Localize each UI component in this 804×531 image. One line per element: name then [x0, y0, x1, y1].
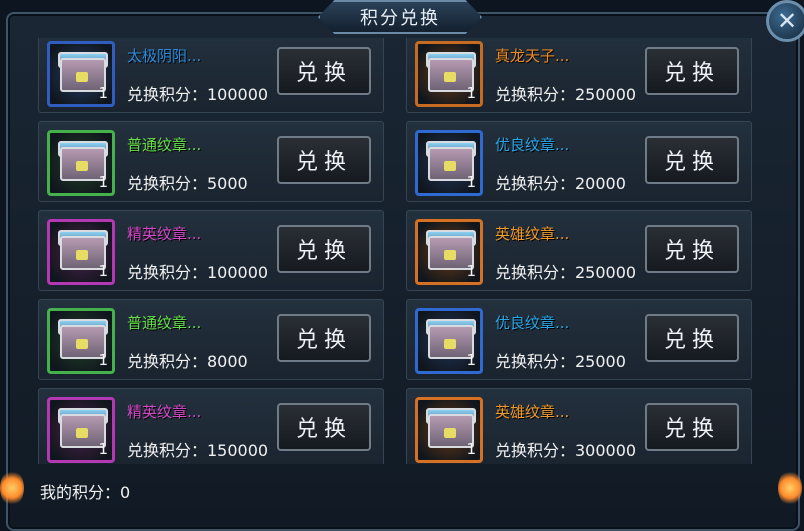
- item-cost: 兑换积分：25000: [495, 352, 626, 371]
- item-cost: 兑换积分：8000: [127, 352, 248, 371]
- exchange-button[interactable]: 兑换: [645, 136, 739, 184]
- item-name: 太极阴阳...: [127, 47, 202, 65]
- gem-icon: [76, 428, 88, 438]
- item-name: 优良纹章...: [495, 136, 570, 154]
- item-icon: 1: [47, 130, 115, 196]
- item-name: 英雄纹章...: [495, 403, 570, 421]
- exchange-button[interactable]: 兑换: [277, 403, 371, 451]
- item-cost: 兑换积分：5000: [127, 174, 248, 193]
- item-quantity: 1: [98, 351, 108, 369]
- gem-icon: [76, 250, 88, 260]
- item-quantity: 1: [466, 84, 476, 102]
- exchange-item-card: 1 真龙天子... 兑换积分：250000 兑换: [406, 38, 752, 113]
- gem-icon: [444, 250, 456, 260]
- item-quantity: 1: [98, 440, 108, 458]
- item-cost: 兑换积分：150000: [127, 441, 269, 460]
- exchange-item-card: 1 太极阴阳... 兑换积分：100000 兑换: [38, 38, 384, 113]
- item-icon: 1: [415, 41, 483, 107]
- item-quantity: 1: [98, 173, 108, 191]
- torch-icon: [0, 470, 24, 506]
- item-icon: 1: [415, 308, 483, 374]
- item-quantity: 1: [98, 84, 108, 102]
- exchange-item-card: 1 英雄纹章... 兑换积分：250000 兑换: [406, 210, 752, 291]
- exchange-item-card: 1 优良纹章... 兑换积分：25000 兑换: [406, 299, 752, 380]
- exchange-item-card: 1 精英纹章... 兑换积分：100000 兑换: [38, 210, 384, 291]
- item-name: 真龙天子...: [495, 47, 570, 65]
- torch-icon: [778, 470, 802, 506]
- dialog-title-text: 积分兑换: [360, 8, 440, 29]
- exchange-button[interactable]: 兑换: [277, 225, 371, 273]
- item-name: 英雄纹章...: [495, 225, 570, 243]
- close-icon: ✕: [776, 7, 798, 35]
- item-name: 普通纹章...: [127, 314, 202, 332]
- exchange-button[interactable]: 兑换: [645, 47, 739, 95]
- item-name: 精英纹章...: [127, 225, 202, 243]
- dialog-title: 积分兑换: [318, 0, 482, 34]
- gem-icon: [444, 161, 456, 171]
- exchange-item-card: 1 英雄纹章... 兑换积分：300000 兑换: [406, 388, 752, 464]
- item-cost: 兑换积分：20000: [495, 174, 626, 193]
- gem-icon: [444, 428, 456, 438]
- exchange-button[interactable]: 兑换: [277, 314, 371, 362]
- exchange-button[interactable]: 兑换: [277, 136, 371, 184]
- item-cost: 兑换积分：250000: [495, 85, 637, 104]
- my-points-label: 我的积分：0: [40, 483, 131, 502]
- exchange-item-card: 1 普通纹章... 兑换积分：5000 兑换: [38, 121, 384, 202]
- item-icon: 1: [47, 41, 115, 107]
- exchange-item-card: 1 精英纹章... 兑换积分：150000 兑换: [38, 388, 384, 464]
- item-name: 优良纹章...: [495, 314, 570, 332]
- item-quantity: 1: [466, 173, 476, 191]
- item-quantity: 1: [466, 262, 476, 280]
- item-cost: 兑换积分：100000: [127, 85, 269, 104]
- item-cost: 兑换积分：250000: [495, 263, 637, 282]
- item-icon: 1: [47, 308, 115, 374]
- exchange-item-card: 1 优良纹章... 兑换积分：20000 兑换: [406, 121, 752, 202]
- gem-icon: [76, 161, 88, 171]
- item-quantity: 1: [466, 351, 476, 369]
- exchange-item-list[interactable]: 1 太极阴阳... 兑换积分：100000 兑换 1 真龙天子... 兑换积分：250000…: [38, 38, 756, 464]
- item-name: 普通纹章...: [127, 136, 202, 154]
- gem-icon: [76, 72, 88, 82]
- close-button[interactable]: ✕: [766, 0, 804, 42]
- exchange-button[interactable]: 兑换: [645, 225, 739, 273]
- item-icon: 1: [47, 397, 115, 463]
- item-cost: 兑换积分：300000: [495, 441, 637, 460]
- footer-bar: 我的积分：0: [24, 468, 776, 514]
- item-icon: 1: [415, 219, 483, 285]
- gem-icon: [444, 339, 456, 349]
- exchange-button[interactable]: 兑换: [645, 403, 739, 451]
- item-icon: 1: [415, 397, 483, 463]
- item-name: 精英纹章...: [127, 403, 202, 421]
- exchange-button[interactable]: 兑换: [277, 47, 371, 95]
- item-quantity: 1: [466, 440, 476, 458]
- exchange-button[interactable]: 兑换: [645, 314, 739, 362]
- gem-icon: [76, 339, 88, 349]
- exchange-item-card: 1 普通纹章... 兑换积分：8000 兑换: [38, 299, 384, 380]
- item-quantity: 1: [98, 262, 108, 280]
- item-icon: 1: [415, 130, 483, 196]
- gem-icon: [444, 72, 456, 82]
- item-cost: 兑换积分：100000: [127, 263, 269, 282]
- item-icon: 1: [47, 219, 115, 285]
